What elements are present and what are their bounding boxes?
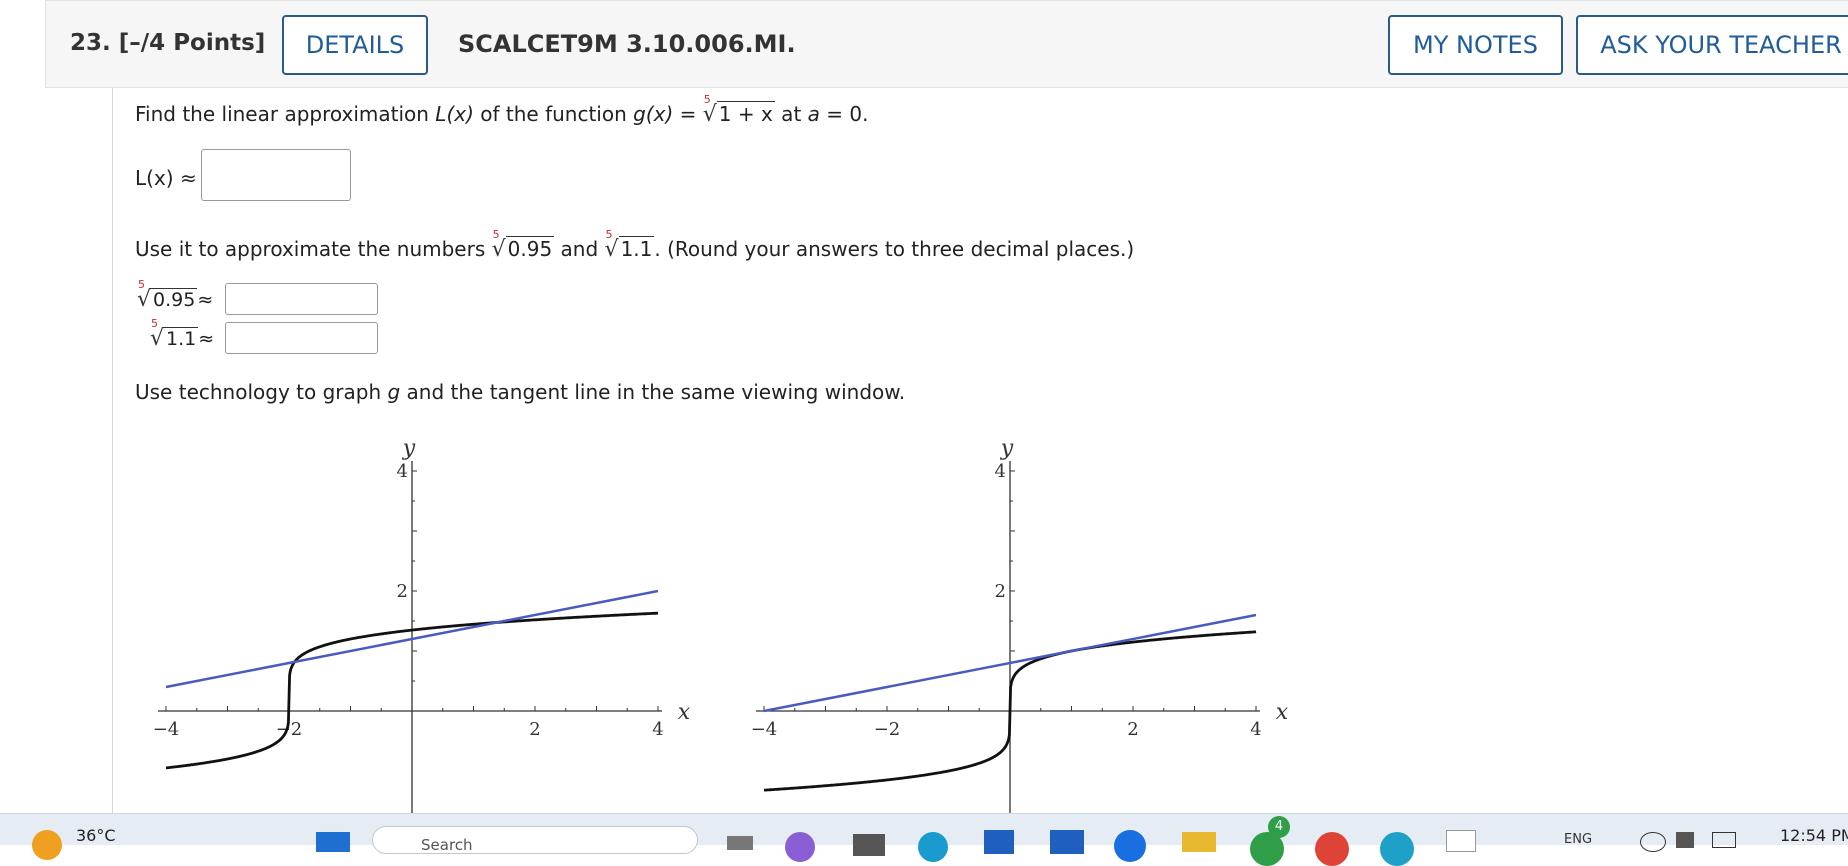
approx-symbol: ≈: [197, 289, 214, 311]
weather-icon: [32, 830, 62, 860]
weather-temp: 36°C: [76, 826, 116, 845]
x-tick-label: −4: [153, 719, 180, 740]
taskbar: 36°C Search 4 ENG 12:54 PM: [0, 813, 1848, 866]
lx-answer-input[interactable]: [201, 149, 351, 201]
prompt-text: = 0.: [819, 102, 869, 126]
approximate-instructions: Use it to approximate the numbers 5 √ 0.95…: [135, 228, 1135, 262]
y-tick-label: 4: [397, 461, 408, 482]
prompt-gx: g(x): [633, 102, 674, 126]
y-axis-label: y: [402, 436, 416, 461]
instruction-text: and: [554, 237, 605, 261]
y-axis-label: y: [1000, 436, 1014, 461]
folder-icon[interactable]: [1182, 832, 1216, 852]
root-index: 5: [492, 228, 500, 241]
approx-11-label: 5 √ 1.1 ≈: [150, 317, 215, 351]
approx-095-input[interactable]: [225, 283, 378, 315]
radicand: 0.95: [151, 288, 198, 311]
app-icon-teams[interactable]: [785, 832, 815, 862]
radicand: 0.95: [505, 236, 555, 261]
my-notes-button[interactable]: MY NOTES: [1388, 15, 1563, 75]
graph-right: −4 −2 2 424xy: [751, 436, 1289, 813]
app-icon-zoom[interactable]: [1114, 830, 1146, 862]
approx-095-label: 5 √ 0.95 ≈: [137, 278, 214, 312]
fifth-root-expression: 5 √ 1 + x: [703, 93, 775, 127]
start-icon[interactable]: [316, 832, 350, 852]
y-tick-label: 2: [995, 581, 1006, 602]
radicand: 1.1: [618, 236, 655, 261]
search-placeholder: Search: [421, 836, 473, 854]
technology-instructions: Use technology to graph g and the tangen…: [135, 380, 905, 404]
fifth-root-11: 5 √ 1.1: [150, 317, 199, 351]
radicand: 1.1: [164, 327, 199, 350]
x-tick-label: 4: [1250, 719, 1261, 740]
problem-prompt: Find the linear approximation L(x) of th…: [135, 93, 869, 127]
instruction-text: and the tangent line in the same viewing…: [400, 380, 906, 404]
approx-symbol: ≈: [198, 328, 215, 350]
root-index: 5: [605, 228, 613, 241]
fifth-root-095: 5 √ 0.95: [137, 278, 198, 312]
lx-label: L(x) ≈: [135, 166, 197, 190]
content-divider: [112, 88, 113, 813]
instruction-text: Use it to approximate the numbers: [135, 237, 492, 261]
points-text: [–/4 Points]: [118, 30, 266, 56]
prompt-text: at: [774, 102, 808, 126]
y-tick-label: 2: [397, 581, 408, 602]
search-box[interactable]: Search: [372, 826, 698, 854]
instruction-text: . (Round your answers to three decimal p…: [654, 237, 1135, 261]
problem-code: SCALCET9M 3.10.006.MI.: [458, 30, 796, 58]
x-axis-label: x: [1276, 700, 1289, 725]
y-tick-label: 4: [995, 461, 1006, 482]
instruction-text: Use technology to graph: [135, 380, 388, 404]
radicand: 1 + x: [716, 101, 775, 126]
question-number: 23. [–/4 Points]: [70, 30, 265, 56]
clock-time[interactable]: 12:54 PM: [1780, 826, 1848, 845]
volume-icon[interactable]: [1676, 832, 1694, 848]
graph-left: −4 −2 2 424xy: [153, 436, 691, 813]
language-indicator[interactable]: ENG: [1564, 832, 1592, 847]
tech-g: g: [387, 380, 401, 404]
app-icon-browser[interactable]: [1380, 832, 1414, 866]
notification-badge: 4: [1268, 816, 1290, 838]
approx-11-input[interactable]: [225, 322, 378, 354]
root-index: 5: [151, 317, 158, 330]
ask-teacher-button[interactable]: ASK YOUR TEACHER: [1576, 15, 1848, 75]
details-button[interactable]: DETAILS: [282, 15, 428, 75]
x-tick-label: −4: [751, 719, 778, 740]
app-icon-camera[interactable]: [853, 834, 885, 856]
x-axis-label: x: [678, 700, 691, 725]
network-icon[interactable]: [1640, 832, 1666, 852]
prompt-lx: L(x): [435, 102, 474, 126]
app-icon-notes[interactable]: [1446, 830, 1476, 852]
question-number-text: 23.: [70, 30, 111, 56]
app-icon-store[interactable]: [984, 830, 1014, 854]
fifth-root-095: 5 √ 0.95: [492, 228, 555, 262]
fifth-root-11: 5 √ 1.1: [605, 228, 655, 262]
prompt-text: of the function: [473, 102, 634, 126]
app-icon-edge[interactable]: [918, 832, 948, 862]
app-icon-file-explorer[interactable]: [727, 836, 753, 850]
x-tick-label: 4: [652, 719, 663, 740]
root-index: 5: [703, 93, 711, 106]
x-tick-label: 2: [1127, 719, 1138, 740]
root-index: 5: [138, 278, 145, 291]
prompt-text: =: [673, 102, 703, 126]
x-tick-label: −2: [874, 719, 901, 740]
x-tick-label: 2: [529, 719, 540, 740]
prompt-a: a: [807, 102, 820, 126]
prompt-text: Find the linear approximation: [135, 102, 436, 126]
battery-icon[interactable]: [1712, 832, 1736, 848]
app-icon-chrome[interactable]: [1315, 832, 1349, 866]
app-icon-mail[interactable]: [1050, 830, 1084, 854]
